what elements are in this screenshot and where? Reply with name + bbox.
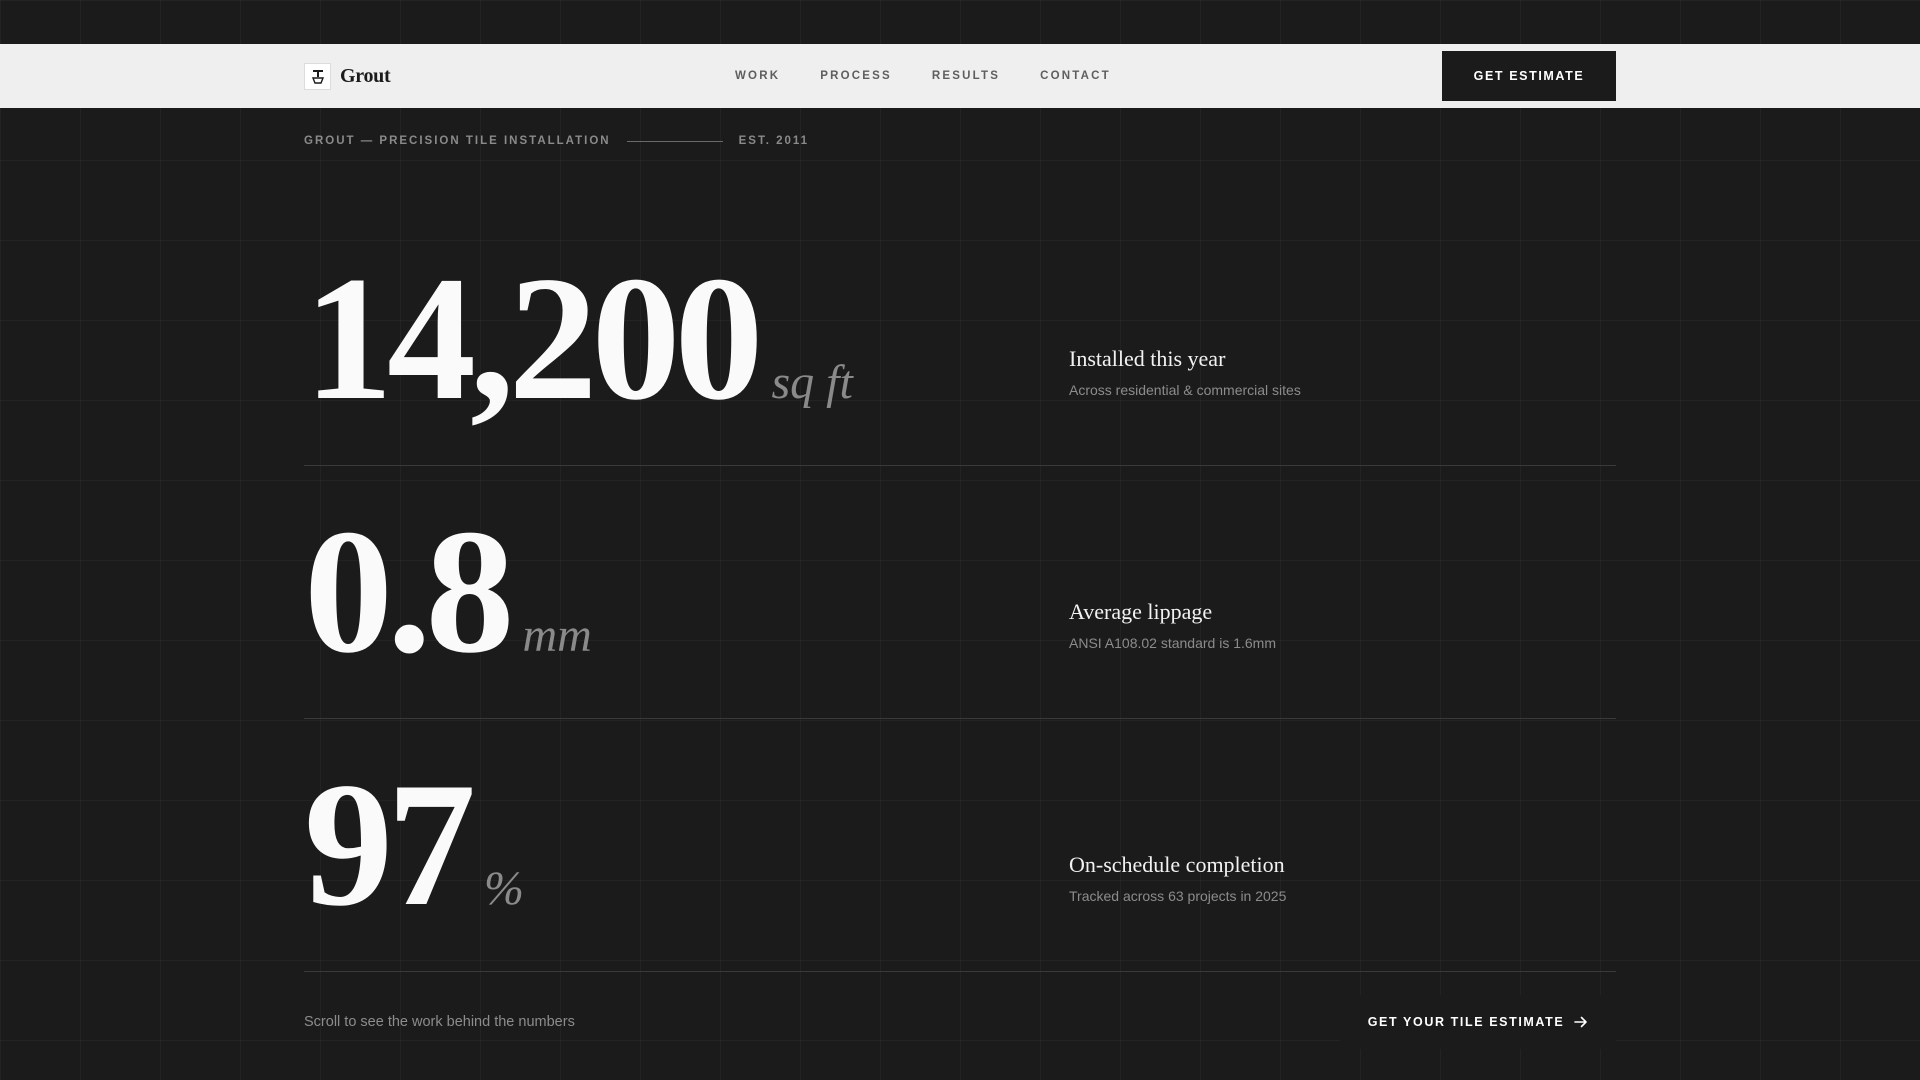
stat-title: On-schedule completion bbox=[1069, 852, 1285, 877]
brand-logo[interactable]: Grout bbox=[304, 63, 391, 90]
stat-row-schedule: 97 % On-schedule completion Tracked acro… bbox=[304, 719, 1616, 972]
nav-link-process[interactable]: PROCESS bbox=[820, 70, 892, 82]
stat-number: 97 bbox=[304, 745, 476, 943]
arrow-right-icon bbox=[1574, 1015, 1588, 1029]
tile-trowel-icon bbox=[304, 63, 331, 90]
scroll-hint: Scroll to see the work behind the number… bbox=[304, 1014, 575, 1030]
stat-subtitle: Tracked across 63 projects in 2025 bbox=[1069, 888, 1287, 904]
main-nav: WORK PROCESS RESULTS CONTACT bbox=[735, 44, 1151, 108]
cta-label: GET YOUR TILE ESTIMATE bbox=[1367, 1015, 1565, 1029]
brand-name: Grout bbox=[340, 65, 391, 87]
nav-link-work[interactable]: WORK bbox=[735, 70, 780, 82]
stat-value: 97 % bbox=[304, 755, 524, 933]
tagline-text: GROUT — PRECISION TILE INSTALLATION bbox=[304, 135, 611, 147]
stat-row-lippage: 0.8 mm Average lippage ANSI A108.02 stan… bbox=[304, 466, 1616, 719]
stat-description: Installed this year Across residential &… bbox=[1069, 346, 1301, 398]
stat-subtitle: ANSI A108.02 standard is 1.6mm bbox=[1069, 635, 1276, 651]
stat-number: 0.8 bbox=[304, 492, 514, 690]
nav-link-contact[interactable]: CONTACT bbox=[1040, 70, 1111, 82]
stat-unit: mm bbox=[522, 609, 592, 662]
tagline: GROUT — PRECISION TILE INSTALLATION EST.… bbox=[304, 135, 809, 147]
tagline-divider bbox=[626, 140, 723, 142]
established-label: EST. 2011 bbox=[738, 135, 810, 147]
get-tile-estimate-button[interactable]: GET YOUR TILE ESTIMATE bbox=[1340, 995, 1616, 1049]
stat-value: 14,200 sq ft bbox=[304, 249, 853, 427]
stat-title: Average lippage bbox=[1069, 599, 1213, 624]
stat-description: On-schedule completion Tracked across 63… bbox=[1069, 852, 1286, 904]
get-estimate-button[interactable]: GET ESTIMATE bbox=[1442, 51, 1616, 101]
stat-unit: sq ft bbox=[771, 356, 853, 409]
stat-unit: % bbox=[484, 862, 524, 915]
stat-number: 14,200 bbox=[304, 239, 763, 437]
stat-value: 0.8 mm bbox=[304, 502, 592, 680]
stat-subtitle: Across residential & commercial sites bbox=[1069, 382, 1301, 398]
nav-link-results[interactable]: RESULTS bbox=[932, 70, 1000, 82]
stat-title: Installed this year bbox=[1069, 346, 1226, 371]
stat-row-installed: 14,200 sq ft Installed this year Across … bbox=[304, 213, 1616, 466]
site-header: Grout WORK PROCESS RESULTS CONTACT GET E… bbox=[0, 44, 1920, 108]
stat-description: Average lippage ANSI A108.02 standard is… bbox=[1069, 599, 1276, 651]
